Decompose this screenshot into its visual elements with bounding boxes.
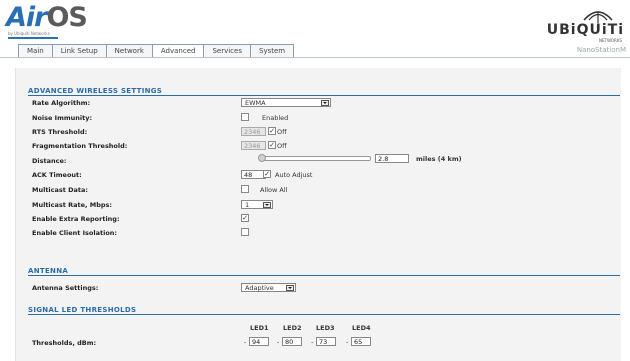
distance-unit: miles (4 km)	[416, 155, 462, 163]
ack-timeout-label: ACK Timeout:	[32, 171, 82, 179]
antenna-settings-label: Antenna Settings:	[32, 284, 99, 292]
airos-logo: AirOS	[6, 2, 88, 33]
led1-prefix: -	[244, 338, 247, 346]
fragmentation-threshold-input[interactable]: 2346	[241, 141, 266, 150]
logo-tagline: by Ubiquiti Networks	[8, 31, 50, 36]
chevron-down-icon	[286, 285, 294, 291]
section-divider	[28, 275, 620, 276]
fragmentation-off-label: Off	[277, 142, 287, 150]
tab-link-setup[interactable]: Link Setup	[51, 44, 107, 57]
led3-threshold-input[interactable]: 73	[316, 337, 336, 346]
rts-off-label: Off	[277, 128, 287, 136]
led3-header: LED3	[316, 324, 335, 332]
rts-threshold-input[interactable]: 2346	[241, 127, 266, 136]
led4-header: LED4	[352, 324, 371, 332]
fragmentation-threshold-label: Fragmentation Threshold:	[32, 142, 128, 150]
logo-os-text: OS	[46, 2, 87, 33]
header: AirOS by Ubiquiti Networks UBiQUiTi NETW…	[0, 0, 630, 46]
section-title-signal-led: SIGNAL LED THRESHOLDS	[28, 306, 137, 314]
rate-algorithm-label: Rate Algorithm:	[32, 99, 91, 107]
tab-network[interactable]: Network	[105, 44, 153, 57]
distance-slider[interactable]	[258, 154, 371, 162]
led1-header: LED1	[250, 324, 269, 332]
section-title-antenna: ANTENNA	[28, 267, 69, 275]
distance-input[interactable]: 2.8	[375, 154, 409, 163]
led4-prefix: -	[346, 338, 349, 346]
multicast-data-label: Multicast Data:	[32, 186, 89, 194]
chevron-down-icon	[321, 100, 329, 106]
auto-adjust-label: Auto Adjust	[275, 171, 313, 179]
device-name: NanoStationM	[576, 46, 626, 54]
chevron-down-icon	[263, 202, 271, 208]
antenna-settings-select[interactable]: Adaptive	[241, 283, 296, 292]
section-title-advanced-wireless: ADVANCED WIRELESS SETTINGS	[28, 87, 163, 95]
led4-threshold-input[interactable]: 65	[351, 337, 371, 346]
tab-divider	[0, 57, 630, 58]
auto-adjust-checkbox[interactable]: ✓	[263, 170, 271, 178]
extra-reporting-label: Enable Extra Reporting:	[32, 215, 120, 223]
antenna-dish-icon	[583, 11, 613, 23]
extra-reporting-checkbox[interactable]: ✓	[241, 214, 249, 222]
thresholds-label: Thresholds, dBm:	[32, 339, 97, 347]
led3-prefix: -	[311, 338, 314, 346]
tab-services[interactable]: Services	[203, 44, 251, 57]
logo-main-text: Air	[6, 2, 47, 33]
rts-threshold-label: RTS Threshold:	[32, 128, 88, 136]
noise-immunity-option: Enabled	[262, 114, 289, 122]
distance-slider-handle[interactable]	[258, 154, 266, 162]
led2-header: LED2	[283, 324, 302, 332]
tab-system[interactable]: System	[250, 44, 295, 57]
logo-underline	[8, 37, 58, 39]
brand-subtitle: NETWORKS	[598, 38, 622, 43]
client-isolation-checkbox[interactable]	[241, 228, 249, 236]
distance-label: Distance:	[32, 157, 67, 165]
fragmentation-off-checkbox[interactable]: ✓	[268, 141, 276, 149]
noise-immunity-label: Noise Immunity:	[32, 114, 93, 122]
tab-advanced[interactable]: Advanced	[151, 44, 205, 57]
rate-algorithm-select[interactable]: EWMA	[241, 98, 331, 107]
multicast-data-option: Allow All	[260, 186, 288, 194]
led2-threshold-input[interactable]: 80	[282, 337, 302, 346]
section-divider	[28, 95, 620, 96]
multicast-data-checkbox[interactable]	[241, 185, 249, 193]
main-tabs: Main Link Setup Network Advanced Service…	[18, 44, 295, 57]
client-isolation-label: Enable Client Isolation:	[32, 229, 118, 237]
multicast-rate-value: 1	[245, 201, 250, 209]
ubiquiti-brand: UBiQUiTi	[546, 22, 624, 38]
tab-main[interactable]: Main	[18, 44, 53, 57]
multicast-rate-select[interactable]: 1	[241, 200, 273, 209]
led1-threshold-input[interactable]: 94	[249, 337, 269, 346]
noise-immunity-checkbox[interactable]	[241, 113, 249, 121]
rts-off-checkbox[interactable]: ✓	[268, 127, 276, 135]
multicast-rate-label: Multicast Rate, Mbps:	[32, 201, 113, 209]
rate-algorithm-value: EWMA	[245, 99, 266, 107]
led2-prefix: -	[277, 338, 280, 346]
section-divider	[28, 314, 620, 315]
antenna-settings-value: Adaptive	[245, 284, 274, 292]
